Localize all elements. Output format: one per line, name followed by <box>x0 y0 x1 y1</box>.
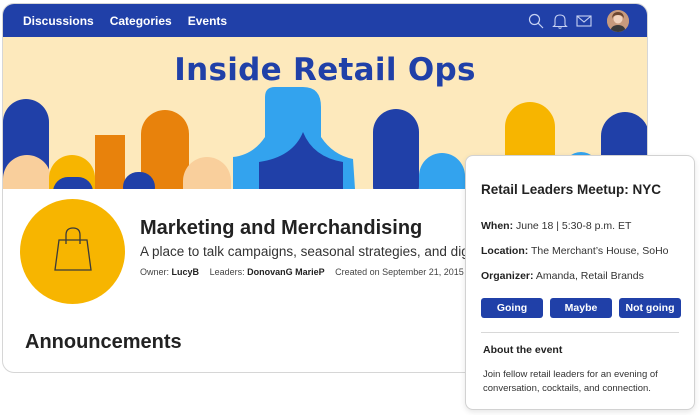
user-avatar[interactable] <box>607 10 629 32</box>
top-nav: Discussions Categories Events <box>3 4 647 37</box>
nav-icons <box>521 10 629 32</box>
announcements-heading: Announcements <box>25 331 182 353</box>
location-value: The Merchant’s House, SoHo <box>530 245 669 257</box>
nav-categories[interactable]: Categories <box>110 14 172 28</box>
event-organizer: Organizer: Amanda, Retail Brands <box>481 270 644 282</box>
group-meta: Owner: LucyB Leaders: DonovanG MarieP Cr… <box>140 267 464 277</box>
created-date: Created on September 21, 2015 <box>335 267 464 277</box>
event-popup: Retail Leaders Meetup: NYC When: June 18… <box>465 155 695 410</box>
when-value: June 18 | 5:30-8 p.m. ET <box>516 220 632 232</box>
organizer-value: Amanda, Retail Brands <box>535 270 644 282</box>
event-when: When: June 18 | 5:30-8 p.m. ET <box>481 220 631 232</box>
nav-discussions[interactable]: Discussions <box>23 14 94 28</box>
bell-icon[interactable] <box>551 12 569 30</box>
mail-icon[interactable] <box>575 12 593 30</box>
shopping-bag-icon <box>53 226 93 277</box>
group-title: Marketing and Merchandising <box>140 217 423 239</box>
popup-divider <box>481 332 679 333</box>
owner-name[interactable]: LucyB <box>172 267 200 277</box>
when-label: When: <box>481 220 514 232</box>
maybe-button[interactable]: Maybe <box>550 298 612 318</box>
about-text: Join fellow retail leaders for an evenin… <box>483 369 658 394</box>
leaders-names[interactable]: DonovanG MarieP <box>247 267 325 277</box>
event-location: Location: The Merchant’s House, SoHo <box>481 245 669 257</box>
going-button[interactable]: Going <box>481 298 543 318</box>
group-avatar <box>20 199 125 304</box>
owner-label: Owner: <box>140 267 170 277</box>
not-going-button[interactable]: Not going <box>619 298 681 318</box>
location-label: Location: <box>481 245 529 257</box>
nav-events[interactable]: Events <box>188 14 227 28</box>
search-icon[interactable] <box>527 12 545 30</box>
about-heading: About the event <box>483 344 563 356</box>
organizer-label: Organizer: <box>481 270 534 282</box>
group-description: A place to talk campaigns, seasonal stra… <box>140 244 470 259</box>
event-title: Retail Leaders Meetup: NYC <box>481 182 662 197</box>
leaders-label: Leaders: <box>209 267 245 277</box>
banner-title: Inside Retail Ops <box>174 52 476 88</box>
